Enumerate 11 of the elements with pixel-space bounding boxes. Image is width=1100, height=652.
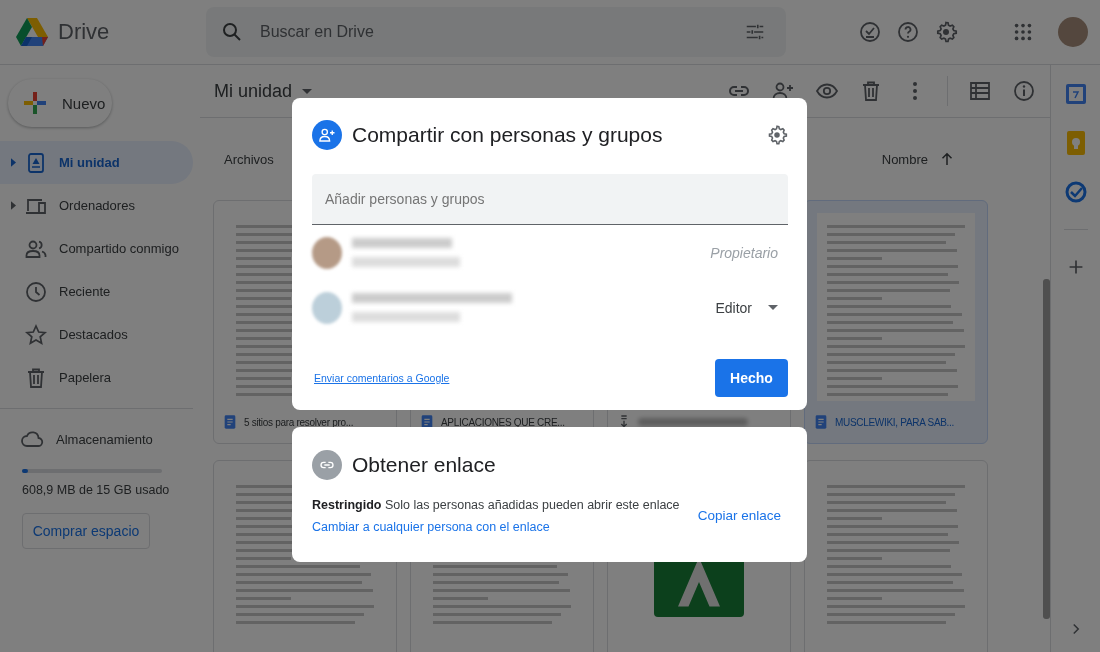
- file-name: APLICACIONES QUE CRE...: [441, 416, 565, 428]
- file-name: 5 sitios para resolver pro...: [244, 416, 354, 428]
- file-name: MUSCLEWIKI, PARA SAB...: [835, 416, 955, 428]
- access-description: Restringido Solo las personas añadidas pueden abrir este enlace: [312, 497, 680, 514]
- section-heading: Archivos: [224, 151, 274, 167]
- dialog-title: Compartir con personas y grupos: [352, 123, 663, 147]
- storage-usage: 608,9 MB de 15 GB usado: [22, 483, 171, 497]
- owner-role: Propietario: [710, 244, 778, 261]
- app-name: Drive: [58, 19, 110, 45]
- storage-label: Almacenamiento: [56, 431, 153, 447]
- dialog-title: Obtener enlace: [352, 453, 496, 477]
